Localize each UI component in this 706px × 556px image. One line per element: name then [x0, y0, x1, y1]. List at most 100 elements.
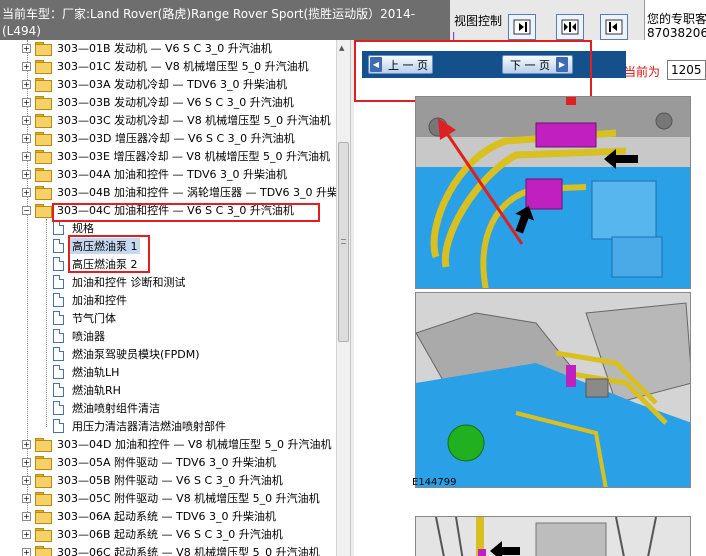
- expand-icon[interactable]: +: [22, 79, 31, 89]
- arrow-left-bar-icon: [605, 19, 623, 35]
- tree-scrollbar[interactable]: ▲: [336, 40, 350, 556]
- tree-folder-item[interactable]: +303—01C 发动机 — V8 机械增压型 5_0 升汽油机: [22, 57, 311, 75]
- tree-document-item[interactable]: 燃油泵驾驶员模块(FPDM): [53, 345, 202, 363]
- expand-icon[interactable]: +: [22, 43, 31, 53]
- tree-folder-item[interactable]: +303—03B 发动机冷却 — V6 S C 3_0 升汽油机: [22, 93, 296, 111]
- tree-folder-item[interactable]: +303—06C 起动系统 — V8 机械增压型 5_0 升汽油机: [22, 543, 322, 556]
- tree-item-label: 303—04D 加油和控件 — V8 机械增压型 5_0 升汽油机: [57, 438, 332, 451]
- tree-document-item[interactable]: 喷油器: [53, 327, 107, 345]
- tree-item-label: 303—06C 起动系统 — V8 机械增压型 5_0 升汽油机: [57, 546, 320, 556]
- view-control: 视图控制 I: [450, 0, 644, 43]
- tree-folder-item[interactable]: +303—05C 附件驱动 — V8 机械增压型 5_0 升汽油机: [22, 489, 322, 507]
- expand-icon[interactable]: +: [22, 547, 31, 556]
- tree-item-label: 303—05C 附件驱动 — V8 机械增压型 5_0 升汽油机: [57, 492, 320, 505]
- scroll-up-icon[interactable]: ▲: [339, 44, 344, 52]
- tree-folder-item[interactable]: +303—06B 起动系统 — V6 S C 3_0 升汽油机: [22, 525, 285, 543]
- folder-icon: [35, 510, 52, 524]
- tree-folder-item[interactable]: +303—05A 附件驱动 — TDV6 3_0 升柴油机: [22, 453, 278, 471]
- tree-folder-item[interactable]: +303—01B 发动机 — V6 S C 3_0 升汽油机: [22, 40, 274, 57]
- page-number-input[interactable]: [667, 60, 706, 80]
- tree-document-item[interactable]: 用压力清洁器清洁燃油喷射部件: [53, 417, 228, 435]
- model-title-line1: 当前车型：厂家:Land Rover(路虎)Range Rover Sport(…: [2, 7, 416, 21]
- highlight-box-navigation: [354, 40, 592, 102]
- tree-item-label: 303—05A 附件驱动 — TDV6 3_0 升柴油机: [57, 456, 277, 469]
- collapse-icon[interactable]: −: [22, 205, 31, 215]
- expand-icon[interactable]: +: [22, 511, 31, 521]
- folder-icon: [35, 96, 52, 110]
- document-icon: [53, 311, 64, 325]
- expand-icon[interactable]: +: [22, 61, 31, 71]
- engine-image-bottom: [415, 292, 691, 488]
- engine-image-next: [415, 516, 691, 556]
- expand-icon[interactable]: +: [22, 97, 31, 107]
- tree-document-item[interactable]: 加油和控件: [53, 291, 129, 309]
- tree-folder-item[interactable]: +303—04A 加油和控件 — TDV6 3_0 升柴油机: [22, 165, 289, 183]
- content-pane: ◀ 上 一 页 下 一 页 ▶ 当前为 1205 E144799: [354, 40, 706, 556]
- tree-document-item[interactable]: 燃油轨RH: [53, 381, 123, 399]
- red-pointer-arrow: [438, 118, 524, 245]
- tree-folder-item[interactable]: +303—05B 附件驱动 — V6 S C 3_0 升汽油机: [22, 471, 285, 489]
- figure-label: E144799: [412, 477, 457, 488]
- tree-item-label: 303—04A 加油和控件 — TDV6 3_0 升柴油机: [57, 168, 288, 181]
- tree-item-label: 303—03D 增压器冷却 — V6 S C 3_0 升汽油机: [57, 132, 295, 145]
- tree-document-item[interactable]: 加油和控件 诊断和测试: [53, 273, 188, 291]
- tree-item-label: 303—01C 发动机 — V8 机械增压型 5_0 升汽油机: [57, 60, 309, 73]
- folder-icon: [35, 438, 52, 452]
- tree-item-label: 燃油喷射组件清洁: [72, 402, 160, 415]
- tree-item-label: 用压力清洁器清洁燃油喷射部件: [72, 420, 226, 433]
- expand-icon[interactable]: +: [22, 457, 31, 467]
- expand-icon[interactable]: +: [22, 151, 31, 161]
- tree-folder-item[interactable]: +303—03E 增压器冷却 — V8 机械增压型 5_0 升汽油机: [22, 147, 332, 165]
- tree-folder-item[interactable]: +303—03C 发动机冷却 — V8 机械增压型 5_0 升汽油机: [22, 111, 333, 129]
- next-figure-diagram: [416, 517, 690, 556]
- current-page-label: 当前为: [624, 65, 661, 79]
- manual-tree: +303—01B 发动机 — V6 S C 3_0 升汽油机 +303—01C 发…: [0, 40, 336, 556]
- expand-icon[interactable]: +: [22, 187, 31, 197]
- tree-item-label: 节气门体: [72, 312, 116, 325]
- expand-icon[interactable]: +: [22, 115, 31, 125]
- folder-icon: [35, 42, 52, 56]
- folder-icon: [35, 546, 52, 556]
- tree-item-label: 燃油泵驾驶员模块(FPDM): [72, 348, 200, 361]
- tree-folder-item[interactable]: +303—04D 加油和控件 — V8 机械增压型 5_0 升汽油机: [22, 435, 333, 453]
- tree-document-item[interactable]: 节气门体: [53, 309, 118, 327]
- tree-document-item[interactable]: 燃油轨LH: [53, 363, 121, 381]
- expand-icon[interactable]: +: [22, 493, 31, 503]
- folder-icon: [35, 492, 52, 506]
- tree-item-label: 燃油轨RH: [72, 384, 121, 397]
- tree-folder-item[interactable]: +303—04B 加油和控件 — 涡轮增压器 — TDV6 3_0 升柴: [22, 183, 336, 201]
- folder-icon: [35, 474, 52, 488]
- expand-icon[interactable]: +: [22, 169, 31, 179]
- page-navigation: ◀ 上 一 页 下 一 页 ▶ 当前为: [354, 40, 706, 102]
- expand-icon[interactable]: +: [22, 439, 31, 449]
- consultant-phone: 87038206: [647, 26, 706, 40]
- split-view-button[interactable]: [556, 14, 584, 40]
- expand-left-button[interactable]: [600, 14, 628, 40]
- tree-item-label: 303—03C 发动机冷却 — V8 机械增压型 5_0 升汽油机: [57, 114, 331, 127]
- tree-document-item[interactable]: 燃油喷射组件清洁: [53, 399, 162, 417]
- tree-item-label: 303—01B 发动机 — V6 S C 3_0 升汽油机: [57, 42, 272, 55]
- document-icon: [53, 401, 64, 415]
- folder-icon: [35, 132, 52, 146]
- expand-right-button[interactable]: [508, 14, 536, 40]
- folder-icon: [35, 456, 52, 470]
- highlight-box-pumps: [68, 235, 150, 273]
- expand-icon[interactable]: +: [22, 529, 31, 539]
- expand-icon[interactable]: +: [22, 133, 31, 143]
- scroll-thumb[interactable]: [338, 142, 349, 342]
- document-icon: [53, 239, 64, 253]
- tree-folder-item[interactable]: +303—03D 增压器冷却 — V6 S C 3_0 升汽油机: [22, 129, 297, 147]
- tree-item-label: 喷油器: [72, 330, 105, 343]
- expand-icon[interactable]: +: [22, 475, 31, 485]
- tree-item-label: 加油和控件: [72, 294, 127, 307]
- document-icon: [53, 329, 64, 343]
- folder-icon: [35, 78, 52, 92]
- tree-item-label: 303—03B 发动机冷却 — V6 S C 3_0 升汽油机: [57, 96, 294, 109]
- tree-folder-item[interactable]: +303—06A 起动系统 — TDV6 3_0 升柴油机: [22, 507, 278, 525]
- tree-guide-line-children: [46, 219, 47, 427]
- document-icon: [53, 365, 64, 379]
- tree-folder-item[interactable]: +303—03A 发动机冷却 — TDV6 3_0 升柴油机: [22, 75, 289, 93]
- tree-item-label: 规格: [72, 222, 94, 235]
- document-icon: [53, 275, 64, 289]
- engine-bay-diagram: [416, 293, 690, 487]
